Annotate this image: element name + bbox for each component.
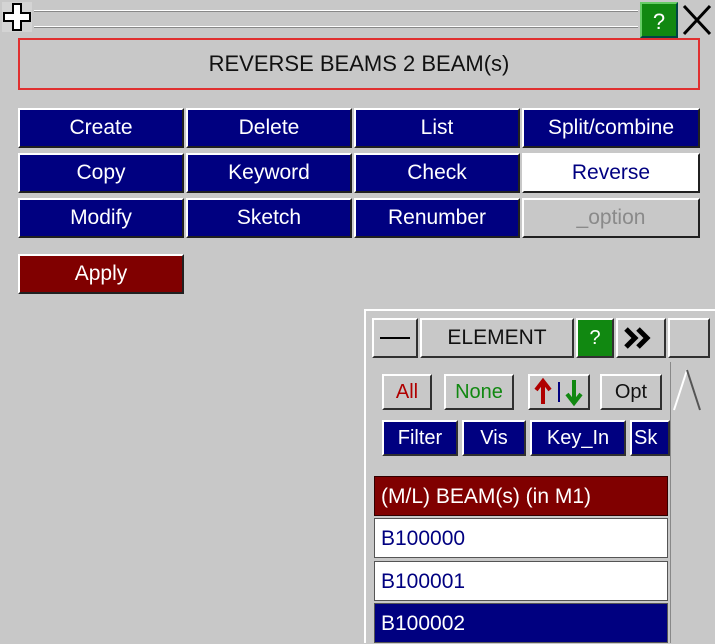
copy-button[interactable]: Copy [18,153,184,193]
minimize-icon[interactable] [372,318,418,358]
renumber-button[interactable]: Renumber [354,198,520,238]
move-cross-icon[interactable] [2,2,32,32]
delete-button[interactable]: Delete [186,108,352,148]
visible-button[interactable]: Vis [462,420,526,456]
create-button[interactable]: Create [18,108,184,148]
options-button[interactable]: Opt [600,374,662,410]
scroll-up-arrow-icon[interactable] [672,366,702,414]
key-in-button[interactable]: Key_In [530,420,626,456]
check-button[interactable]: Check [354,153,520,193]
list-button[interactable]: List [354,108,520,148]
close-icon[interactable] [680,2,714,38]
option-button: _option [522,198,700,238]
panel-help-button[interactable]: ? [576,318,614,358]
list-item-selected[interactable]: B100002 [374,603,668,643]
apply-button[interactable]: Apply [18,254,184,294]
title-bar-line-bottom[interactable] [34,26,638,28]
double-chevron-right-icon[interactable] [616,318,666,358]
keyword-button[interactable]: Keyword [186,153,352,193]
split-combine-button[interactable]: Split/combine [522,108,700,148]
reverse-button[interactable]: Reverse [522,153,700,193]
help-button[interactable]: ? [640,2,678,38]
title-bar-line-top[interactable] [34,10,638,12]
list-item[interactable]: B100001 [374,561,668,601]
list-header: (M/L) BEAM(s) (in M1) [374,476,668,516]
list-item[interactable]: B100000 [374,518,668,558]
select-none-button[interactable]: None [444,374,514,410]
modify-button[interactable]: Modify [18,198,184,238]
sketch-button[interactable]: Sketch [186,198,352,238]
select-all-button[interactable]: All [382,374,432,410]
panel-corner-button[interactable] [668,318,710,358]
sort-up-down-icon[interactable] [528,374,590,410]
sketch-select-button[interactable]: Sk [630,420,670,456]
page-title: REVERSE BEAMS 2 BEAM(s) [18,38,700,90]
panel-title: ELEMENT [420,318,574,358]
filter-button[interactable]: Filter [382,420,458,456]
